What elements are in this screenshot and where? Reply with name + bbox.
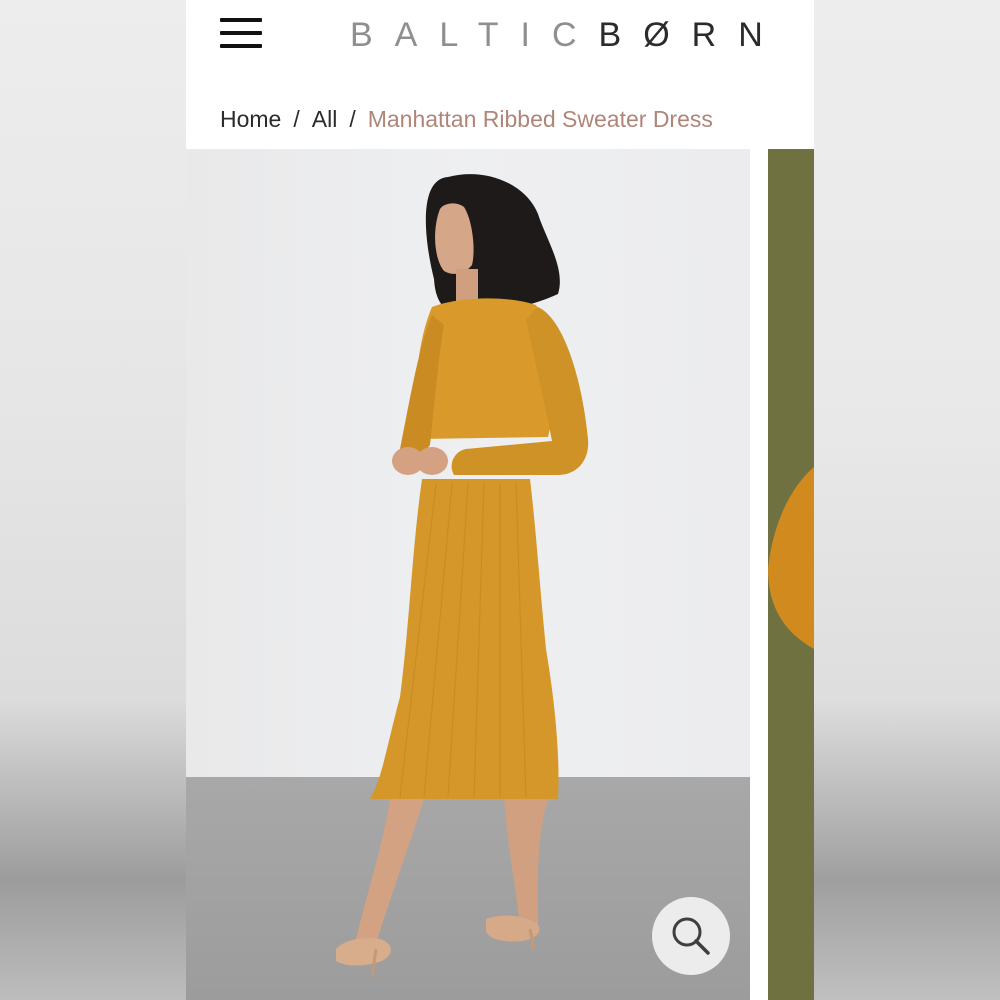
product-photo[interactable]: [186, 149, 750, 1000]
backdrop-right: [814, 0, 1000, 1000]
zoom-button[interactable]: [652, 897, 730, 975]
next-product-photo[interactable]: [768, 149, 814, 1000]
brand-logo[interactable]: BALTICBØRN: [350, 12, 780, 58]
next-photo-sleeve: [768, 467, 814, 649]
magnifier-icon: [672, 917, 710, 955]
breadcrumb-separator: /: [293, 106, 300, 132]
backdrop-left: [0, 0, 186, 1000]
breadcrumb-separator: /: [349, 106, 356, 132]
breadcrumb: Home / All / Manhattan Ribbed Sweater Dress: [220, 102, 713, 136]
logo-text-dark: BØRN: [598, 16, 785, 54]
breadcrumb-all[interactable]: All: [312, 106, 338, 132]
breadcrumb-home[interactable]: Home: [220, 106, 281, 132]
mobile-page: BALTICBØRN Home / All / Manhattan Ribbed Swe…: [186, 0, 814, 1000]
site-header: BALTICBØRN: [186, 0, 814, 70]
product-gallery[interactable]: [186, 149, 814, 1000]
breadcrumb-current: Manhattan Ribbed Sweater Dress: [367, 106, 713, 132]
logo-text-light: BALTIC: [350, 16, 599, 54]
hamburger-menu-icon[interactable]: [220, 16, 262, 50]
model-illustration: [336, 174, 589, 978]
